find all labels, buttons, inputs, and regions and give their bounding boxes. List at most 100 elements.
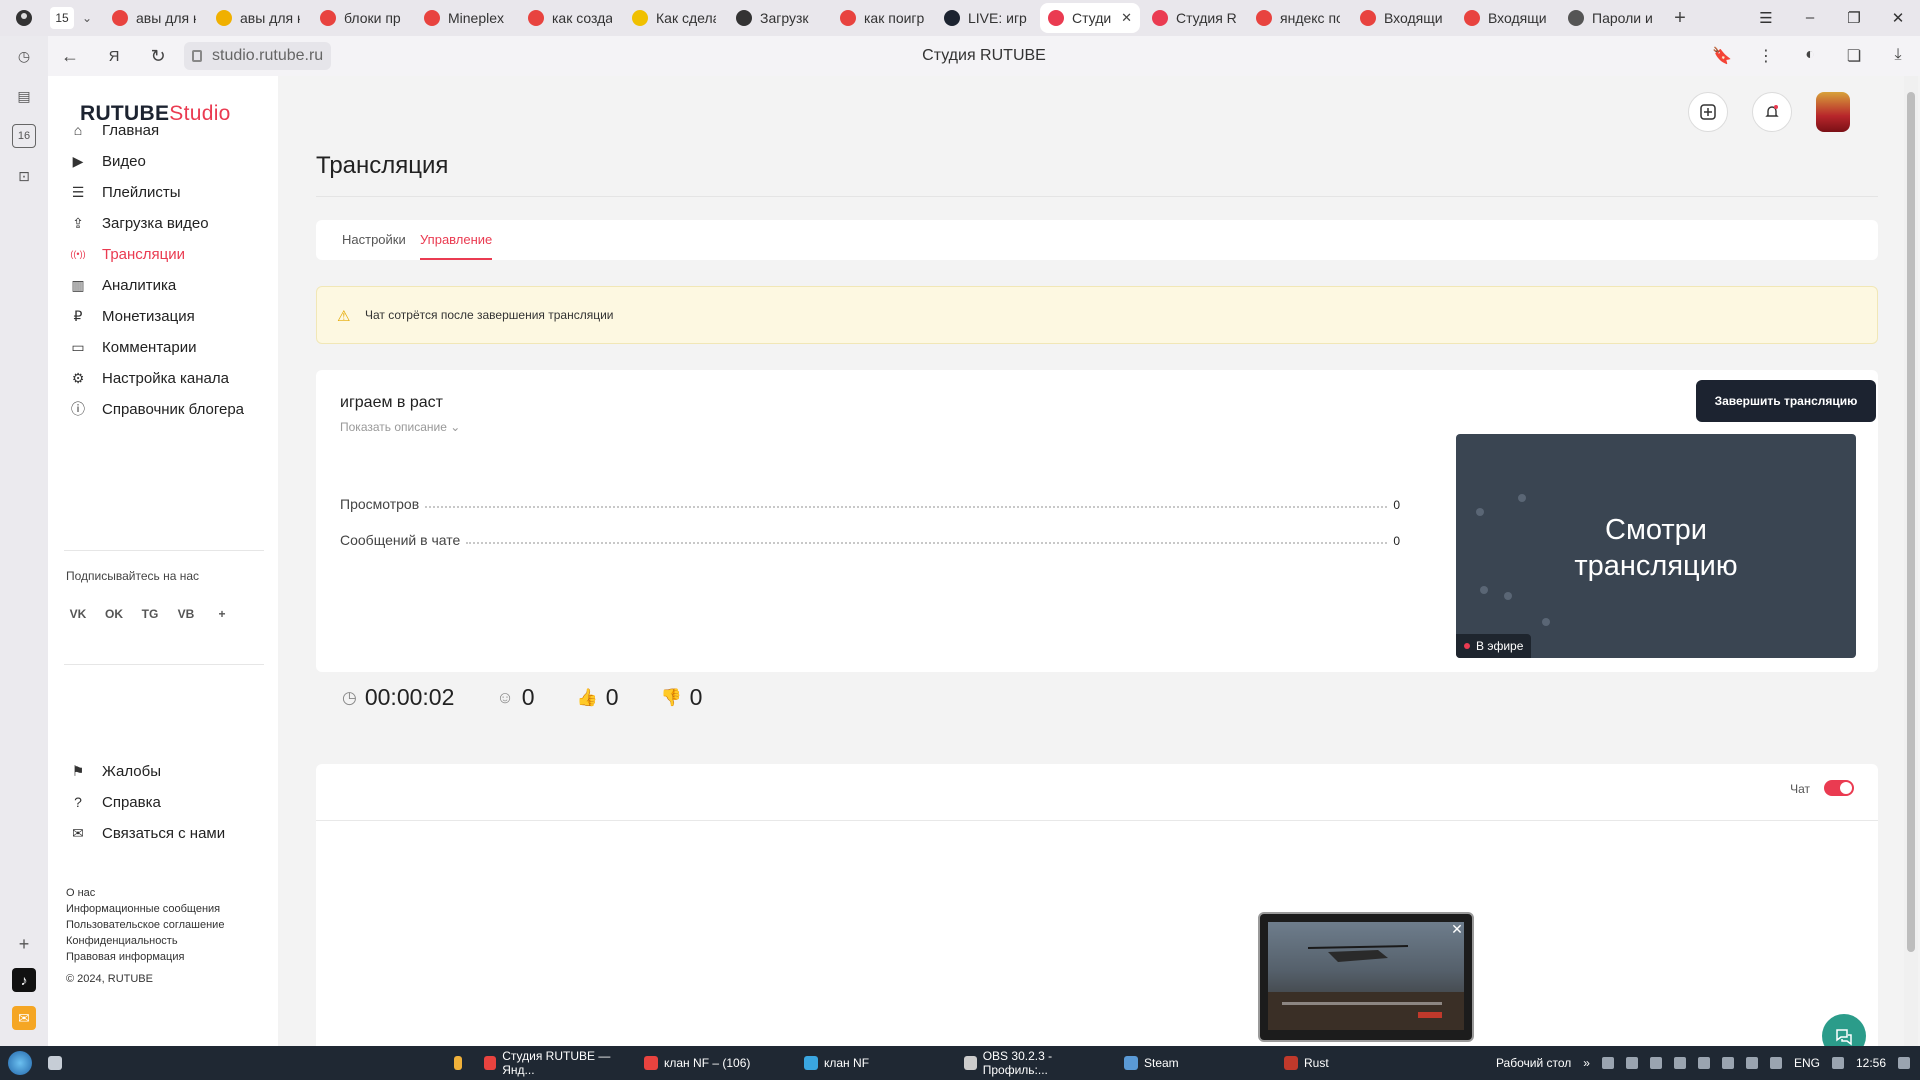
notification-center-icon[interactable]: [1898, 1057, 1910, 1069]
browser-profile-icon[interactable]: [0, 0, 48, 36]
browser-tab[interactable]: как поигр: [832, 3, 932, 33]
browser-tab[interactable]: яндекс пс: [1248, 3, 1348, 33]
taskbar-app[interactable]: Студия RUTUBE — Янд...: [476, 1046, 636, 1080]
screenshot-icon[interactable]: ⊡: [12, 164, 36, 188]
social-link[interactable]: +: [208, 600, 236, 628]
taskbar-app[interactable]: Rust: [1276, 1046, 1436, 1080]
restore-icon[interactable]: ❐: [1832, 9, 1876, 27]
tiktok-icon[interactable]: ♪: [12, 968, 36, 992]
yandex-home-icon[interactable]: Я: [92, 48, 136, 65]
tray-icon[interactable]: [1721, 1057, 1734, 1069]
footer-link[interactable]: Информационные сообщения: [66, 901, 224, 917]
tray-icon[interactable]: [1673, 1057, 1686, 1069]
taskbar-app[interactable]: [446, 1046, 476, 1080]
tray-icon[interactable]: [1745, 1057, 1758, 1069]
create-button[interactable]: [1688, 92, 1728, 132]
tab-management[interactable]: Управление: [420, 220, 493, 260]
chat-toggle[interactable]: [1824, 780, 1854, 796]
taskbar-app[interactable]: [40, 1046, 76, 1080]
taskbar-window-preview[interactable]: ✕: [1258, 912, 1474, 1042]
browser-tab[interactable]: Входящи: [1456, 3, 1556, 33]
browser-tab[interactable]: авы для к: [104, 3, 204, 33]
mail-app-icon[interactable]: ✉: [12, 1006, 36, 1030]
tab-settings[interactable]: Настройки: [342, 220, 406, 260]
taskbar-app[interactable]: клан NF – (106): [636, 1046, 796, 1080]
sidebar-item[interactable]: ▶ Видео: [68, 146, 268, 176]
scrollbar[interactable]: [1904, 76, 1918, 1046]
browser-tab[interactable]: Как сдела: [624, 3, 724, 33]
sidebar-item[interactable]: ⌂ Главная: [68, 115, 268, 145]
clock[interactable]: 12:56: [1856, 1056, 1886, 1070]
sidebar-item[interactable]: ⚙ Настройка канала: [68, 363, 268, 393]
sidebar-item[interactable]: ₽ Монетизация: [68, 301, 268, 331]
close-tab-icon[interactable]: ✕: [1121, 10, 1132, 26]
tab-count-badge[interactable]: 15: [50, 7, 74, 29]
sidebar-item[interactable]: ((•)) Трансляции: [68, 239, 268, 269]
browser-tab[interactable]: Студия R: [1144, 3, 1244, 33]
browser-tab[interactable]: как созда: [520, 3, 620, 33]
social-link[interactable]: VB: [172, 600, 200, 628]
browser-tab[interactable]: Студи ✕: [1040, 3, 1140, 33]
sidebar-item[interactable]: ⇪ Загрузка видео: [68, 208, 268, 238]
footer-link[interactable]: Конфиденциальность: [66, 933, 224, 949]
reader-icon[interactable]: ▤: [12, 84, 36, 108]
taskbar-app[interactable]: OBS 30.2.3 - Профиль:...: [956, 1046, 1116, 1080]
tray-icon[interactable]: [1601, 1057, 1614, 1069]
browser-tab[interactable]: авы для к: [208, 3, 308, 33]
sidebar-item[interactable]: ✉ Связаться с нами: [68, 818, 268, 848]
bookmark-icon[interactable]: 🔖: [1700, 46, 1744, 66]
browser-menu-icon[interactable]: ☰: [1744, 9, 1788, 27]
downloads-icon[interactable]: ⤓: [1876, 46, 1920, 66]
social-link[interactable]: OK: [100, 600, 128, 628]
footer-link[interactable]: Правовая информация: [66, 949, 224, 965]
browser-tab[interactable]: Входящи: [1352, 3, 1452, 33]
end-stream-button[interactable]: Завершить трансляцию: [1696, 380, 1876, 422]
sidebar-item[interactable]: ? Справка: [68, 787, 268, 817]
sidebar-item[interactable]: ☰ Плейлисты: [68, 177, 268, 207]
desktop-label[interactable]: Рабочий стол: [1496, 1056, 1571, 1070]
social-link[interactable]: TG: [136, 600, 164, 628]
language-indicator[interactable]: ENG: [1794, 1056, 1820, 1070]
extension-icon[interactable]: ◐: [1788, 46, 1832, 66]
footer-link[interactable]: О нас: [66, 885, 224, 901]
tab-label: как поигр: [864, 10, 924, 26]
sidebar-item[interactable]: ▥ Аналитика: [68, 270, 268, 300]
history-icon[interactable]: ◷: [12, 44, 36, 68]
network-icon[interactable]: [1831, 1057, 1844, 1069]
tab-list-chevron-icon[interactable]: ⌄: [74, 11, 100, 25]
more-icon[interactable]: ⋮: [1744, 46, 1788, 66]
start-button[interactable]: [0, 1046, 40, 1080]
taskbar-app[interactable]: Steam: [1116, 1046, 1276, 1080]
sidebar-item[interactable]: ⓘ Справочник блогера: [68, 394, 268, 424]
add-panel-icon[interactable]: +: [12, 932, 36, 956]
sidebar-item[interactable]: ⚑ Жалобы: [68, 756, 268, 786]
tray-icon[interactable]: [1769, 1057, 1782, 1069]
browser-tab[interactable]: LIVE: игр: [936, 3, 1036, 33]
sidebar-item[interactable]: ▭ Комментарии: [68, 332, 268, 362]
close-window-icon[interactable]: ✕: [1876, 9, 1920, 27]
tray-icon[interactable]: [1697, 1057, 1710, 1069]
url-field[interactable]: studio.rutube.ru: [184, 42, 332, 70]
social-link[interactable]: VK: [64, 600, 92, 628]
browser-tab[interactable]: Пароли и: [1560, 3, 1660, 33]
browser-tab[interactable]: Загрузк: [728, 3, 828, 33]
sidebar-item-label: Справочник блогера: [102, 400, 245, 418]
new-tab-button[interactable]: +: [1666, 4, 1694, 32]
taskbar-app[interactable]: клан NF: [796, 1046, 956, 1080]
browser-tab[interactable]: Minepleх: [416, 3, 516, 33]
tray-icon[interactable]: [1625, 1057, 1638, 1069]
close-icon[interactable]: ✕: [1448, 920, 1466, 938]
notifications-button[interactable]: [1752, 92, 1792, 132]
reload-icon[interactable]: ↻: [136, 46, 180, 67]
browser-tab[interactable]: блоки пр: [312, 3, 412, 33]
calendar-icon[interactable]: 16: [12, 124, 36, 148]
show-description-link[interactable]: Показать описание ⌄: [340, 420, 460, 434]
avatar[interactable]: [1816, 92, 1850, 132]
footer-link[interactable]: Пользовательское соглашение: [66, 917, 224, 933]
minimize-icon[interactable]: –: [1788, 9, 1832, 27]
back-icon[interactable]: ←: [48, 46, 92, 67]
stream-preview[interactable]: Смотри трансляцию В эфире: [1456, 434, 1856, 658]
tray-expand-icon[interactable]: »: [1583, 1056, 1590, 1070]
collections-icon[interactable]: ❏: [1832, 46, 1876, 66]
tray-icon[interactable]: [1649, 1057, 1662, 1069]
